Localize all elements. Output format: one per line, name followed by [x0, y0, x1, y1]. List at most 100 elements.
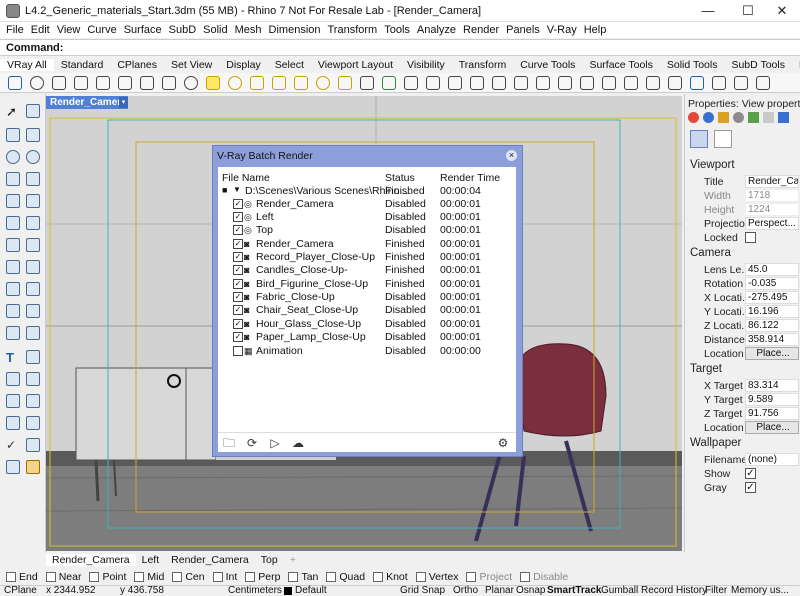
osnap-checkbox[interactable] — [45, 572, 56, 582]
projection-select[interactable]: Perspect... — [745, 217, 799, 230]
teapot-icon[interactable] — [52, 76, 66, 90]
pencil-icon[interactable] — [26, 460, 40, 474]
current-layer[interactable]: Default — [295, 585, 327, 596]
enable-checkbox[interactable]: ✓ — [233, 225, 243, 235]
menu-mesh[interactable]: Mesh — [235, 24, 262, 36]
start-render-icon[interactable]: ▷ — [267, 436, 283, 450]
list-item[interactable]: ✓ ◙ Candles_Close-Up- Finished 00:00:01 — [218, 264, 516, 277]
enable-checkbox[interactable]: ✓ — [233, 305, 243, 315]
material-icon[interactable] — [688, 112, 699, 123]
osnap-checkbox[interactable] — [415, 572, 426, 582]
select-arrow-icon[interactable]: ➚ — [6, 104, 20, 119]
enable-checkbox[interactable]: ✓ — [233, 292, 243, 302]
teapot-textures-icon[interactable] — [140, 76, 154, 90]
teapot-materials-icon[interactable] — [74, 76, 88, 90]
tab-subd-tools[interactable]: SubD Tools — [724, 59, 792, 71]
osnap-cen[interactable]: Cen — [172, 571, 205, 583]
array-icon[interactable] — [26, 372, 40, 386]
render-icon[interactable] — [6, 460, 20, 474]
hide-icon[interactable] — [26, 416, 40, 430]
refresh-icon[interactable]: ⟳ — [244, 436, 260, 450]
list-item[interactable]: ✓ ◙ Render_Camera Finished 00:00:01 — [218, 238, 516, 251]
object-icon[interactable] — [703, 112, 714, 123]
light-props-icon[interactable] — [718, 112, 729, 123]
volume-icon[interactable] — [514, 76, 528, 90]
tab-render-camera-2[interactable]: Render_Camera — [165, 554, 255, 566]
teapot-settings-icon[interactable] — [162, 76, 176, 90]
batch-render-icon[interactable] — [624, 76, 638, 90]
show-checkbox[interactable]: ✓ — [745, 468, 756, 479]
dome-light-icon[interactable] — [316, 76, 330, 90]
osnap-vertex[interactable]: Vertex — [415, 571, 458, 583]
circle-icon[interactable] — [6, 150, 20, 164]
polyline-icon[interactable] — [6, 128, 20, 142]
texture-props-icon[interactable] — [748, 112, 759, 123]
gumball-toggle[interactable]: Gumball — [601, 585, 638, 596]
teapot-render-elements-icon[interactable] — [184, 76, 198, 90]
tab-mesh[interactable]: Mesh — [792, 59, 800, 71]
curve-from-object-icon[interactable] — [6, 194, 20, 208]
enable-checkbox[interactable]: ✓ — [233, 319, 243, 329]
link-props-icon[interactable] — [763, 112, 774, 123]
lock-icon[interactable] — [26, 438, 40, 452]
menu-help[interactable]: Help — [584, 24, 607, 36]
tab-viewport-layout[interactable]: Viewport Layout — [311, 59, 400, 71]
osnap-knot[interactable]: Knot — [373, 571, 408, 583]
enable-checkbox[interactable]: ✓ — [233, 332, 243, 342]
vision-icon[interactable] — [690, 76, 704, 90]
list-item[interactable]: ✓ ◙ Fabric_Close-Up Disabled 00:00:01 — [218, 291, 516, 304]
move-icon[interactable] — [6, 326, 20, 340]
osnap-perp[interactable]: Perp — [245, 571, 280, 583]
decal-icon[interactable] — [470, 76, 484, 90]
tab-vray-all[interactable]: VRay All — [0, 58, 54, 71]
enable-checkbox[interactable]: ✓ — [233, 252, 243, 262]
analyze-icon[interactable] — [6, 416, 20, 430]
spot-light-icon[interactable] — [250, 76, 264, 90]
enable-checkbox[interactable]: ✓ — [233, 279, 243, 289]
menu-curve[interactable]: Curve — [87, 24, 116, 36]
ortho-toggle[interactable]: Ortho — [453, 585, 478, 596]
split-icon[interactable] — [26, 282, 40, 296]
tab-visibility[interactable]: Visibility — [400, 59, 452, 71]
filter-toggle[interactable]: Filter — [705, 585, 727, 596]
title-field[interactable]: Render_Ca... — [745, 175, 799, 188]
add-viewport-tab-icon[interactable]: + — [284, 554, 302, 566]
distance-field[interactable]: 358.914 — [745, 333, 799, 346]
osnap-checkbox[interactable] — [288, 572, 299, 582]
record-history-toggle[interactable]: Record History — [641, 585, 707, 596]
osnap-checkbox[interactable] — [326, 572, 337, 582]
surface-icon[interactable] — [6, 216, 20, 230]
list-item[interactable]: ▦ Animation Disabled 00:00:00 — [218, 345, 516, 358]
list-item[interactable]: ✓ ◙ Chair_Seat_Close-Up Disabled 00:00:01 — [218, 304, 516, 317]
minimize-button[interactable]: — — [690, 0, 726, 22]
osnap-checkbox[interactable] — [245, 572, 256, 582]
viewport-props-icon[interactable] — [714, 130, 732, 148]
viewport-dropdown-icon[interactable]: ▾ — [119, 97, 128, 108]
help-icon[interactable] — [668, 76, 682, 90]
decal-props-icon[interactable] — [733, 112, 744, 123]
clipper-icon[interactable] — [404, 76, 418, 90]
menu-tools[interactable]: Tools — [384, 24, 410, 36]
list-item[interactable]: ✓ ◎ Left Disabled 00:00:01 — [218, 211, 516, 224]
ies-light-icon[interactable] — [294, 76, 308, 90]
menu-analyze[interactable]: Analyze — [417, 24, 456, 36]
cplane-label[interactable]: CPlane — [4, 585, 37, 596]
cloud-render-icon[interactable]: ☁ — [290, 436, 306, 450]
check-icon[interactable]: ✓ — [6, 438, 20, 452]
pack-icon[interactable] — [536, 76, 550, 90]
mesh-icon[interactable] — [6, 260, 20, 274]
tab-select[interactable]: Select — [268, 59, 311, 71]
grid-snap-toggle[interactable]: Grid Snap — [400, 585, 445, 596]
menu-vray[interactable]: V-Ray — [547, 24, 577, 36]
vray-props-icon[interactable] — [778, 112, 789, 123]
fillet-icon[interactable] — [6, 304, 20, 318]
osnap-mid[interactable]: Mid — [134, 571, 164, 583]
tab-curve-tools[interactable]: Curve Tools — [513, 59, 582, 71]
polygon-icon[interactable] — [26, 172, 40, 186]
settings-gear-icon[interactable]: ⚙ — [495, 436, 511, 450]
viewport-title-tab[interactable]: Render_Camera — [46, 96, 128, 109]
interactive-render-icon[interactable] — [734, 76, 748, 90]
tab-render-camera[interactable]: Render_Camera — [46, 553, 136, 566]
tab-cplanes[interactable]: CPlanes — [110, 59, 164, 71]
close-dialog-button[interactable]: × — [506, 150, 517, 161]
